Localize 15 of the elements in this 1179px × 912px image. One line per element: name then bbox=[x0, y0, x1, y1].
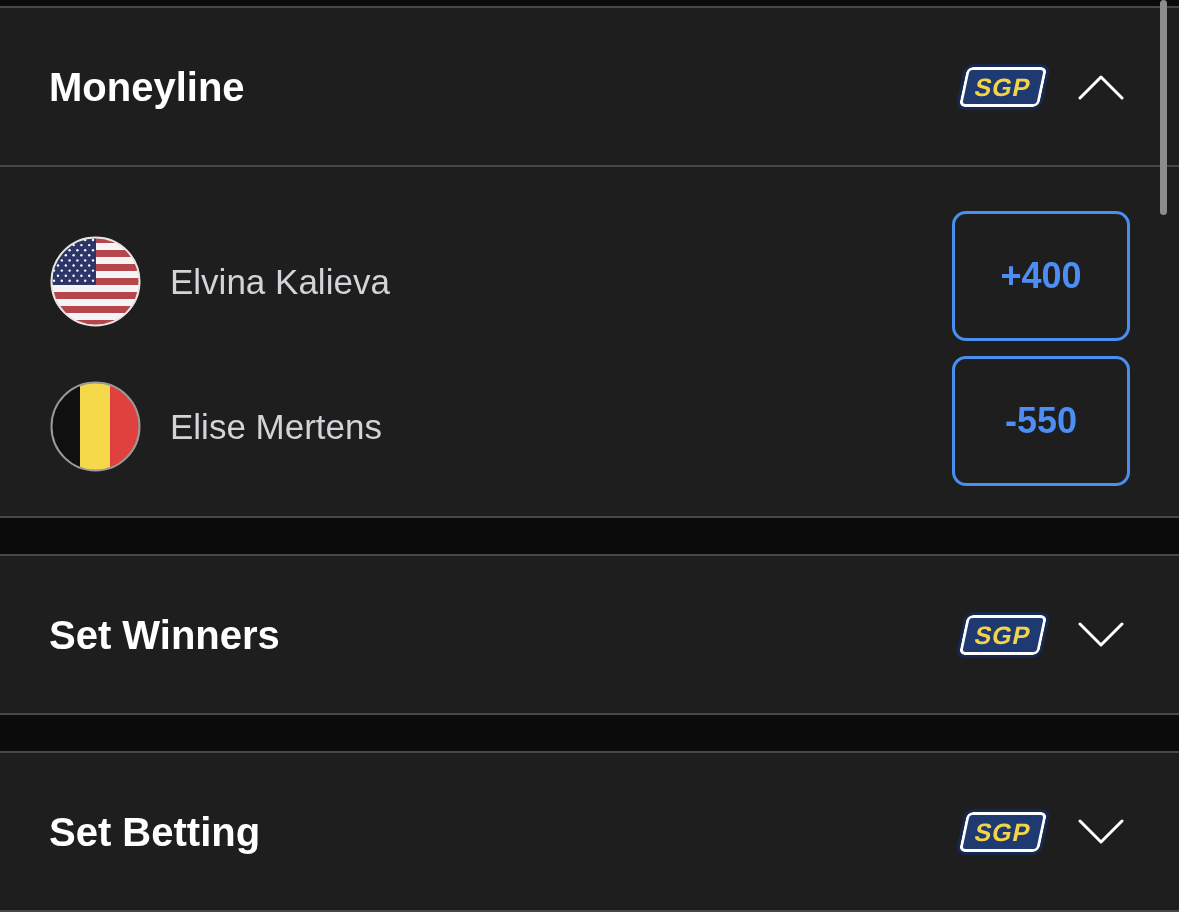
market-title: Moneyline bbox=[49, 66, 245, 107]
chevron-down-icon[interactable] bbox=[1078, 818, 1124, 845]
sgp-badge: SGP bbox=[958, 614, 1048, 655]
market-title: Set Betting bbox=[49, 811, 261, 852]
sgp-badge: SGP bbox=[958, 66, 1048, 107]
sgp-badge: SGP bbox=[958, 811, 1048, 852]
odds-button[interactable]: +400 bbox=[952, 211, 1130, 341]
player-name: Elvina Kalieva bbox=[170, 263, 390, 299]
belgium-flag-icon bbox=[50, 380, 141, 472]
chevron-down-icon[interactable] bbox=[1078, 621, 1124, 648]
player-name: Elise Mertens bbox=[170, 408, 383, 444]
us-flag-icon bbox=[50, 235, 141, 327]
odds-button[interactable]: -550 bbox=[952, 356, 1130, 486]
market-title: Set Winners bbox=[49, 614, 280, 655]
chevron-up-icon[interactable] bbox=[1078, 73, 1124, 100]
